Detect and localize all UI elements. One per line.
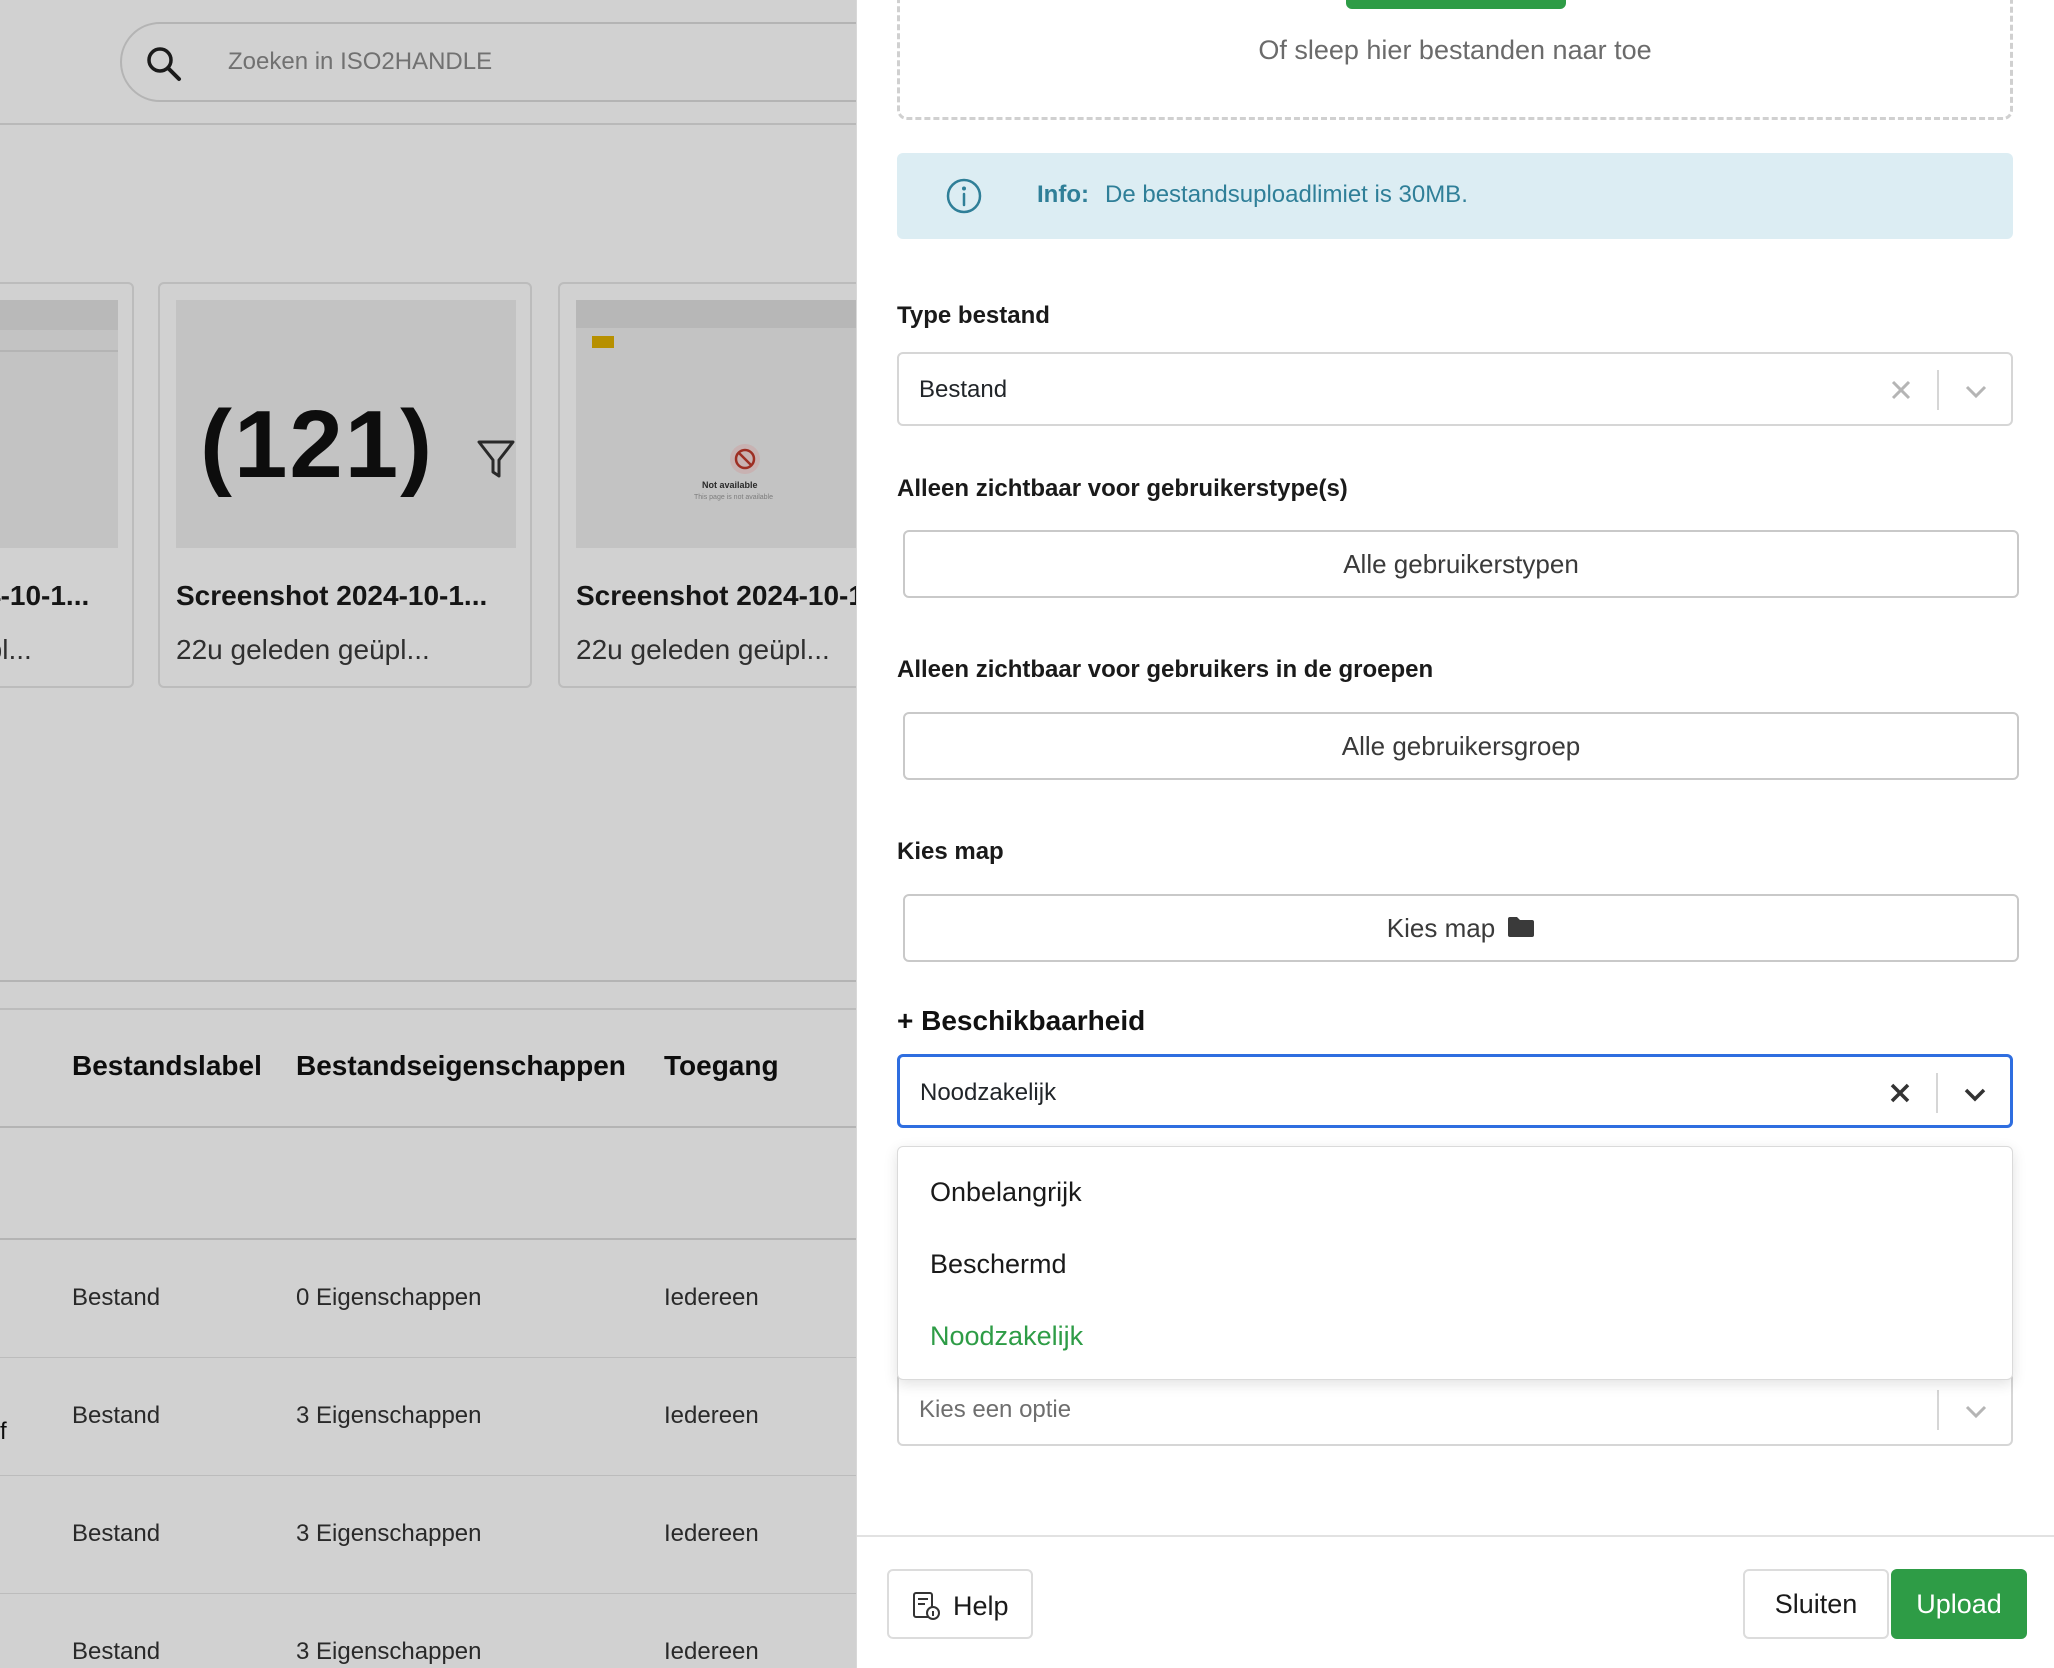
info-alert: Info: De bestandsuploadlimiet is 30MB.	[897, 153, 2013, 239]
type-select[interactable]: Bestand	[897, 352, 2013, 426]
select-separator	[1937, 1390, 1939, 1430]
help-document-icon	[913, 1592, 940, 1620]
availability-select-value: Noodzakelijk	[920, 1079, 1057, 1106]
chevron-down-icon[interactable]	[1959, 374, 1993, 408]
choose-folder-button[interactable]: Kies map	[903, 894, 2019, 962]
drawer-footer: Help Sluiten Upload	[857, 1535, 2054, 1668]
availability-heading[interactable]: + Beschikbaarheid	[897, 1005, 1145, 1037]
plus-icon: +	[897, 1005, 914, 1036]
dropdown-option-onbelangrijk[interactable]: Onbelangrijk	[930, 1177, 1082, 1208]
availability-label: Beschikbaarheid	[921, 1005, 1146, 1036]
file-dropzone[interactable]: Of sleep hier bestanden naar toe	[897, 0, 2013, 120]
dropdown-option-noodzakelijk[interactable]: Noodzakelijk	[930, 1321, 1083, 1352]
info-message: De bestandsuploadlimiet is 30MB.	[1105, 181, 1468, 208]
option-select-placeholder: Kies een optie	[919, 1396, 1072, 1423]
folder-icon	[1508, 917, 1535, 938]
clear-icon[interactable]	[1885, 374, 1917, 406]
dropdown-option-beschermd[interactable]: Beschermd	[930, 1249, 1067, 1280]
select-separator	[1937, 370, 1939, 410]
usertypes-button[interactable]: Alle gebruikerstypen	[903, 530, 2019, 598]
info-icon	[946, 178, 982, 214]
select-separator	[1936, 1073, 1938, 1113]
chevron-down-icon[interactable]	[1959, 1394, 1993, 1428]
type-label: Type bestand	[897, 302, 1050, 329]
groups-button[interactable]: Alle gebruikersgroep	[903, 712, 2019, 780]
folder-label: Kies map	[897, 838, 1004, 865]
upload-drawer: Of sleep hier bestanden naar toe Info: D…	[856, 0, 2054, 1668]
usertypes-label: Alleen zichtbaar voor gebruikerstype(s)	[897, 475, 1348, 502]
upload-button[interactable]: Upload	[1891, 1569, 2027, 1639]
background-page: Zoeken in ISO2HANDLE Screenshot 2024-10-…	[0, 0, 856, 1668]
help-button[interactable]: Help	[887, 1569, 1033, 1639]
dropzone-text: Of sleep hier bestanden naar toe	[1258, 35, 1652, 65]
info-label: Info:	[1037, 181, 1089, 208]
select-files-button[interactable]	[1346, 0, 1566, 9]
chevron-down-icon[interactable]	[1958, 1077, 1992, 1111]
choose-folder-label: Kies map	[1386, 913, 1496, 943]
help-label: Help	[953, 1591, 1009, 1621]
clear-icon[interactable]	[1884, 1077, 1916, 1109]
option-select[interactable]: Kies een optie	[897, 1372, 2013, 1446]
type-select-value: Bestand	[919, 376, 1008, 403]
availability-select[interactable]: Noodzakelijk	[897, 1054, 2013, 1128]
groups-label: Alleen zichtbaar voor gebruikers in de g…	[897, 656, 1434, 683]
modal-backdrop[interactable]	[0, 0, 856, 1668]
close-button[interactable]: Sluiten	[1743, 1569, 1889, 1639]
availability-dropdown-menu: Onbelangrijk Beschermd Noodzakelijk	[897, 1146, 2013, 1380]
